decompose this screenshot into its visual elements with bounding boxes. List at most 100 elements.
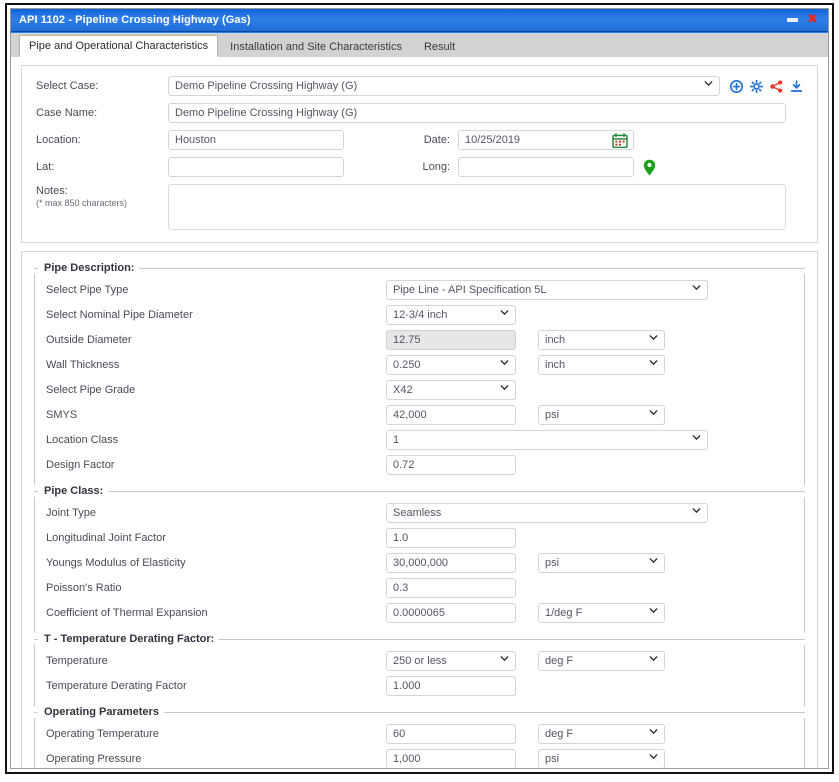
row-design-factor: Design Factor 0.72 [46,452,795,477]
notes-textarea[interactable] [168,184,786,230]
temperature-dropdown[interactable]: 250 or less [386,650,516,671]
tab-content-panel: Select Case: Demo Pipeline Crossing High… [11,57,828,768]
chevron-down-icon [649,356,658,374]
row-poissons-ratio: Poisson's Ratio 0.3 [46,575,795,600]
select-pipe-grade-value: X42 [393,383,413,396]
date-input[interactable]: 10/25/2019 [458,130,634,150]
wall-thickness-label: Wall Thickness [46,358,120,371]
date-label: Date: [423,134,450,146]
row-select-pipe-grade: Select Pipe Grade X42 [46,377,795,402]
window-frame-outer: API 1102 - Pipeline Crossing Highway (Ga… [5,3,834,774]
add-case-icon[interactable] [730,79,743,93]
design-factor-label: Design Factor [46,458,115,471]
minimize-button[interactable] [787,18,799,22]
lat-label: Lat: [36,161,55,173]
lat-input[interactable] [168,157,344,177]
lat-long-row: Lat: Long: [36,157,803,177]
row-nominal-pipe-diameter: Select Nominal Pipe Diameter 12-3/4 inch [46,302,795,327]
longitudinal-joint-factor-input[interactable]: 1.0 [386,527,516,548]
poissons-ratio-label: Poisson's Ratio [46,581,122,594]
temperature-derating-rows: Temperature 250 or less deg F Temperatur… [34,647,805,698]
operating-temperature-input[interactable]: 60 [386,723,516,744]
operating-pressure-input[interactable]: 1,000 [386,748,516,768]
window-title: API 1102 - Pipeline Crossing Highway (Ga… [19,14,251,26]
operating-temperature-label: Operating Temperature [46,727,159,740]
select-case-label: Select Case: [36,80,99,92]
wall-thickness-unit-dropdown[interactable]: inch [538,354,665,375]
window-frame-inner: API 1102 - Pipeline Crossing Highway (Ga… [10,8,829,769]
row-operating-pressure: Operating Pressure 1,000 psi [46,746,795,768]
operating-pressure-unit-dropdown[interactable]: psi [538,748,665,768]
joint-type-dropdown[interactable]: Seamless [386,502,708,523]
location-class-label: Location Class [46,433,119,446]
youngs-modulus-unit-dropdown[interactable]: psi [538,552,665,573]
chevron-down-icon [704,77,713,95]
case-name-input[interactable]: Demo Pipeline Crossing Highway (G) [168,103,786,123]
location-label: Location: [36,134,81,146]
operating-parameters-rows: Operating Temperature 60 deg F Operating… [34,720,805,768]
select-case-row: Select Case: Demo Pipeline Crossing High… [36,76,803,96]
youngs-modulus-input[interactable]: 30,000,000 [386,552,516,573]
chevron-down-icon [692,431,701,449]
download-icon[interactable] [790,79,803,93]
temperature-unit-dropdown[interactable]: deg F [538,650,665,671]
notes-hint: (* max 850 characters) [36,198,128,208]
smys-unit-dropdown[interactable]: psi [538,404,665,425]
tab-result[interactable]: Result [413,36,466,57]
coefficient-thermal-expansion-unit-dropdown[interactable]: 1/deg F [538,602,665,623]
row-wall-thickness: Wall Thickness 0.250 inch [46,352,795,377]
case-information-panel: Select Case: Demo Pipeline Crossing High… [21,65,818,243]
poissons-ratio-input[interactable]: 0.3 [386,577,516,598]
select-pipe-type-dropdown[interactable]: Pipe Line - API Specification 5L [386,279,708,300]
pipe-class-fieldset: Pipe Class: Joint Type Seamless Longitud… [34,485,805,633]
case-toolbar [730,79,803,93]
pipe-parameters-panel: Pipe Description: Select Pipe Type Pipe … [21,251,818,768]
chevron-down-icon [649,652,658,670]
chevron-down-icon [649,406,658,424]
smys-input[interactable]: 42,000 [386,404,516,425]
wall-thickness-unit-value: inch [545,358,566,371]
calendar-icon[interactable] [612,132,628,148]
select-pipe-grade-dropdown[interactable]: X42 [386,379,516,400]
row-longitudinal-joint-factor: Longitudinal Joint Factor 1.0 [46,525,795,550]
row-joint-type: Joint Type Seamless [46,500,795,525]
wall-thickness-value: 0.250 [393,358,421,371]
tab-pipe-and-operational-characteristics[interactable]: Pipe and Operational Characteristics [19,35,219,57]
wall-thickness-dropdown[interactable]: 0.250 [386,354,516,375]
operating-temperature-unit-dropdown[interactable]: deg F [538,723,665,744]
nominal-pipe-diameter-dropdown[interactable]: 12-3/4 inch [386,304,516,325]
chevron-down-icon [649,604,658,622]
settings-gear-icon[interactable] [749,79,764,93]
temperature-derating-factor-input[interactable]: 1.000 [386,675,516,696]
nominal-pipe-diameter-label: Select Nominal Pipe Diameter [46,308,193,321]
tab-bar: Pipe and Operational Characteristics Ins… [11,32,828,57]
location-class-dropdown[interactable]: 1 [386,429,708,450]
tab-installation-and-site-characteristics[interactable]: Installation and Site Characteristics [220,36,412,57]
close-button[interactable]: ✖ [807,13,818,26]
chevron-down-icon [500,652,509,670]
chevron-down-icon [692,281,701,299]
outside-diameter-unit-value: inch [545,333,566,346]
long-input[interactable] [458,157,634,177]
chevron-down-icon [500,306,509,324]
share-icon[interactable] [770,79,783,93]
operating-temperature-unit-value: deg F [545,727,574,740]
select-case-dropdown[interactable]: Demo Pipeline Crossing Highway (G) [168,76,720,96]
smys-label: SMYS [46,408,78,421]
row-temperature: Temperature 250 or less deg F [46,648,795,673]
outside-diameter-unit-dropdown[interactable]: inch [538,329,665,350]
select-case-value: Demo Pipeline Crossing Highway (G) [175,80,358,92]
longitudinal-joint-factor-label: Longitudinal Joint Factor [46,531,166,544]
pipe-description-rows: Select Pipe Type Pipe Line - API Specifi… [34,276,805,477]
window-controls: ✖ [787,13,822,26]
coefficient-thermal-expansion-input[interactable]: 0.0000065 [386,602,516,623]
map-pin-icon[interactable] [643,159,656,176]
temperature-value: 250 or less [393,654,447,667]
joint-type-value: Seamless [393,506,442,519]
row-youngs-modulus: Youngs Modulus of Elasticity 30,000,000 … [46,550,795,575]
notes-label-group: Notes: (* max 850 characters) [36,184,168,209]
location-input[interactable]: Houston [168,130,344,150]
select-pipe-grade-label: Select Pipe Grade [46,383,136,396]
chevron-down-icon [500,381,509,399]
design-factor-input[interactable]: 0.72 [386,454,516,475]
